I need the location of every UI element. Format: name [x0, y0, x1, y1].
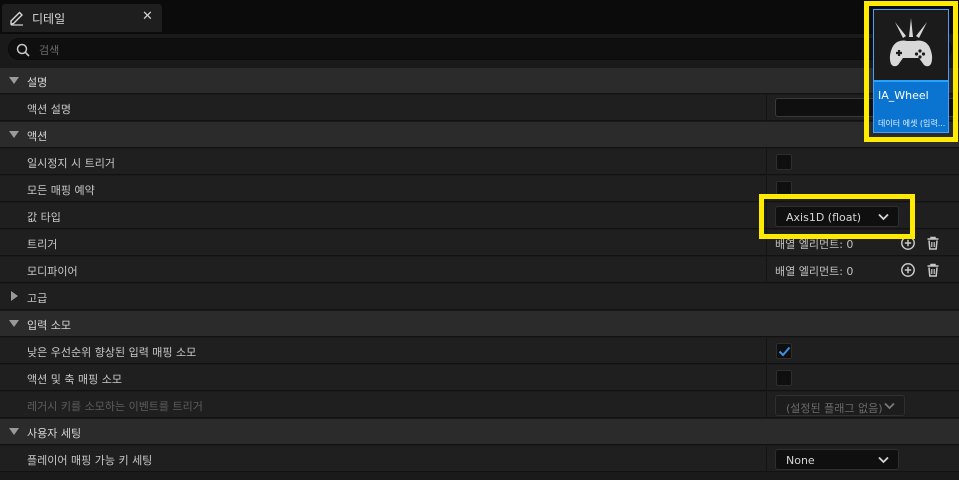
- property-row-consume-lower-priority: 낮은 우선순위 향상된 입력 매핑 소모: [0, 338, 959, 364]
- value-type-dropdown[interactable]: Axis1D (float): [775, 206, 899, 227]
- column-splitter[interactable]: [766, 203, 767, 229]
- dropdown-value: (설정된 플래그 없음): [786, 402, 883, 415]
- collapse-arrow-icon: [9, 320, 19, 327]
- consume-lower-priority-checkbox[interactable]: [776, 343, 792, 359]
- column-splitter[interactable]: [766, 392, 767, 418]
- trash-icon[interactable]: [925, 235, 941, 251]
- property-row-value-type: 값 타입 Axis1D (float): [0, 203, 959, 229]
- property-row-player-mappable-key-settings: 플레이어 매핑 가능 키 세팅 None: [0, 446, 959, 472]
- asset-thumbnail[interactable]: IA_Wheel 데이터 에셋 (입력...: [873, 9, 949, 133]
- reserve-all-mappings-checkbox[interactable]: [776, 181, 792, 197]
- checkmark-icon: [778, 346, 791, 357]
- collapse-arrow-icon: [9, 131, 19, 138]
- collapse-arrow-icon: [9, 428, 19, 435]
- close-icon[interactable]: ✕: [142, 9, 153, 24]
- property-label: 일시정지 시 트리거: [27, 157, 115, 170]
- category-label: 설명: [27, 76, 48, 89]
- asset-type: 데이터 에셋 (입력...: [878, 119, 946, 128]
- search-icon: [16, 43, 30, 57]
- property-label: 액션 및 축 매핑 소모: [27, 373, 122, 386]
- asset-name: IA_Wheel: [878, 89, 929, 102]
- category-user-settings[interactable]: 사용자 세팅: [0, 419, 959, 445]
- property-label: 레거시 키를 소모하는 이벤트를 트리거: [27, 400, 203, 413]
- category-description[interactable]: 설명: [0, 68, 959, 94]
- column-splitter[interactable]: [766, 95, 767, 121]
- tab-title: 디테일: [32, 12, 66, 26]
- property-row-reserve-all-mappings: 모든 매핑 예약: [0, 176, 959, 202]
- category-label: 사용자 세팅: [27, 427, 82, 440]
- expand-arrow-icon: [11, 291, 18, 301]
- collapse-arrow-icon: [9, 77, 19, 84]
- tab-bar: 디테일 ✕: [0, 0, 959, 34]
- column-splitter[interactable]: [766, 365, 767, 391]
- column-splitter[interactable]: [766, 338, 767, 364]
- property-label: 플레이어 매핑 가능 키 세팅: [27, 454, 153, 467]
- property-row-triggers: 트리거 배열 엘리먼트: 0: [0, 230, 959, 256]
- column-splitter[interactable]: [766, 446, 767, 472]
- column-splitter[interactable]: [766, 149, 767, 175]
- gamepad-icon: [889, 18, 933, 67]
- column-splitter[interactable]: [766, 230, 767, 256]
- details-panel: 검색 설명 액션 설명 액션 일시정지 시 트리거 모든 매핑 예약 값 타입 …: [0, 34, 959, 480]
- dropdown-value: None: [786, 454, 815, 467]
- column-splitter[interactable]: [766, 176, 767, 202]
- chevron-down-icon: [878, 456, 889, 464]
- property-row-legacy-keys: 레거시 키를 소모하는 이벤트를 트리거 (설정된 플래그 없음): [0, 392, 959, 418]
- property-label: 낮은 우선순위 향상된 입력 매핑 소모: [27, 346, 197, 359]
- property-label: 액션 설명: [27, 103, 71, 116]
- tab-details[interactable]: 디테일 ✕: [2, 4, 162, 32]
- property-row-action-description: 액션 설명: [0, 95, 959, 121]
- add-circle-icon[interactable]: [900, 235, 916, 251]
- property-label: 모디파이어: [27, 265, 78, 278]
- search-input[interactable]: 검색: [8, 38, 952, 60]
- search-placeholder: 검색: [39, 44, 60, 57]
- category-action[interactable]: 액션: [0, 122, 959, 148]
- property-label: 값 타입: [27, 211, 61, 224]
- trigger-when-paused-checkbox[interactable]: [776, 154, 792, 170]
- column-splitter[interactable]: [766, 257, 767, 283]
- property-label: 트리거: [27, 238, 58, 251]
- trash-icon[interactable]: [925, 262, 941, 278]
- array-count: 배열 엘리먼트: 0: [775, 265, 854, 278]
- legacy-keys-flags-dropdown[interactable]: (설정된 플래그 없음): [775, 395, 905, 416]
- category-input-consumption[interactable]: 입력 소모: [0, 311, 959, 337]
- edit-pencil-icon: [10, 11, 23, 26]
- property-row-modifiers: 모디파이어 배열 엘리먼트: 0: [0, 257, 959, 283]
- asset-thumbnail-image: [874, 10, 948, 80]
- chevron-down-icon: [884, 402, 895, 410]
- dropdown-value: Axis1D (float): [786, 211, 862, 224]
- category-label: 고급: [27, 292, 48, 305]
- player-mappable-dropdown[interactable]: None: [775, 449, 899, 470]
- array-count: 배열 엘리먼트: 0: [775, 238, 854, 251]
- property-row-trigger-when-paused: 일시정지 시 트리거: [0, 149, 959, 175]
- consume-action-axis-checkbox[interactable]: [776, 370, 792, 386]
- asset-type-color-bar: [874, 80, 948, 82]
- category-label: 입력 소모: [27, 319, 71, 332]
- property-label: 모든 매핑 예약: [27, 184, 95, 197]
- chevron-down-icon: [878, 213, 889, 221]
- category-advanced[interactable]: 고급: [0, 284, 959, 310]
- property-row-consume-action-axis: 액션 및 축 매핑 소모: [0, 365, 959, 391]
- category-label: 액션: [27, 130, 48, 143]
- add-circle-icon[interactable]: [900, 262, 916, 278]
